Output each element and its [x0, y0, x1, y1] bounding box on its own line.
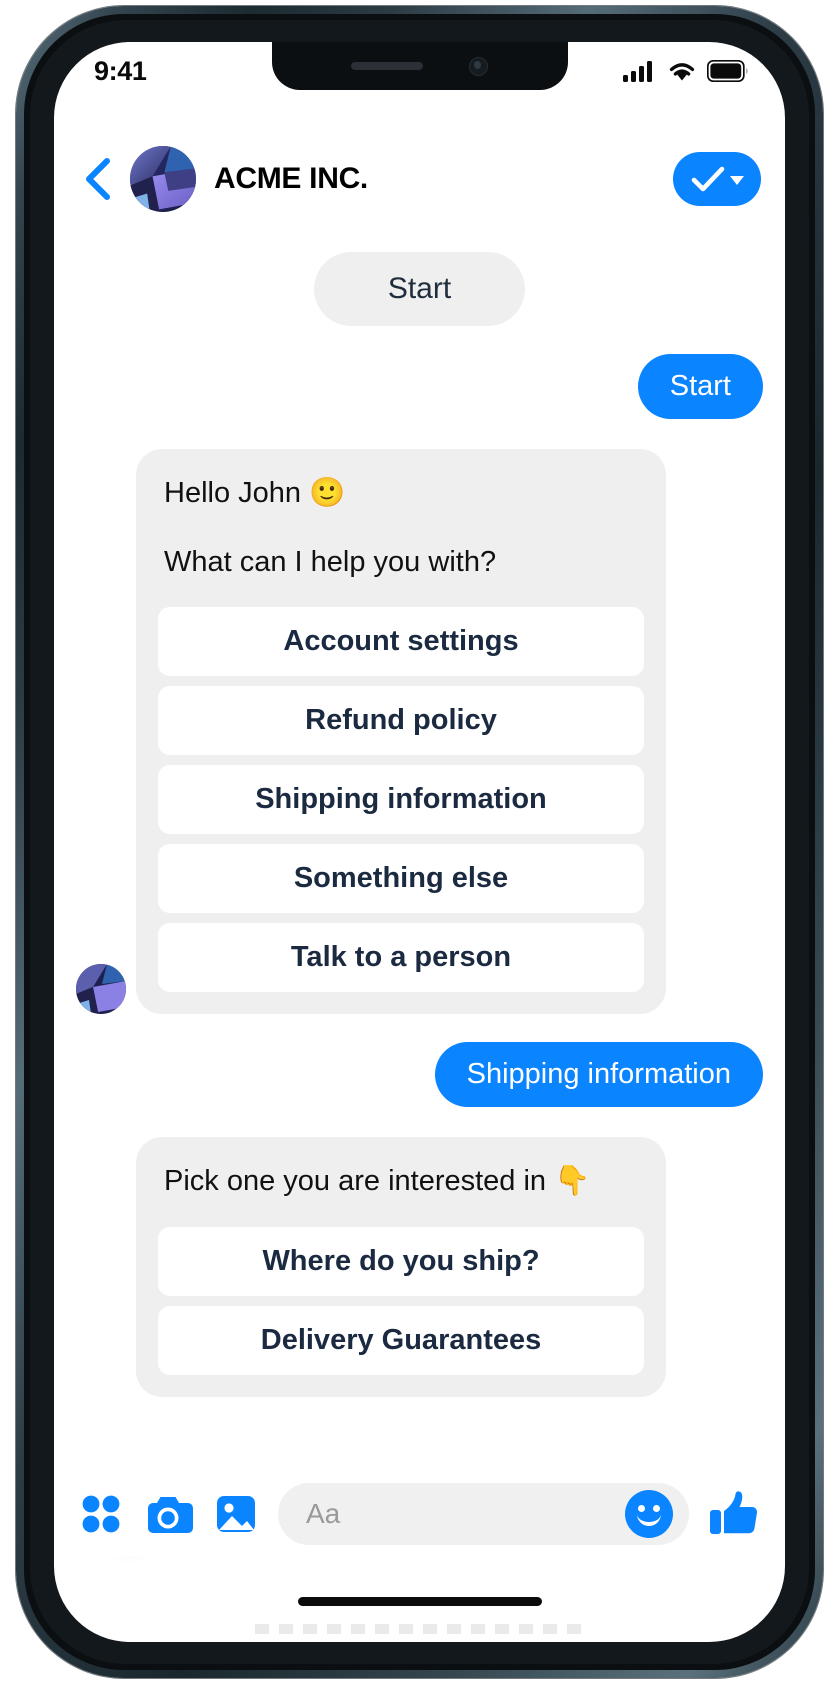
bot-message-line: What can I help you with?: [158, 542, 644, 589]
avatar: [76, 964, 126, 1014]
quick-reply-account-settings[interactable]: Account settings: [158, 607, 644, 676]
quick-reply-delivery-guarantees[interactable]: Delivery Guarantees: [158, 1306, 644, 1375]
quick-reply-where-do-you-ship[interactable]: Where do you ship?: [158, 1227, 644, 1296]
chat-header: ACME INC.: [54, 134, 785, 224]
thumbs-up-icon: [707, 1488, 761, 1540]
quick-reply-shipping-information[interactable]: Shipping information: [158, 765, 644, 834]
thread-row-bot-greeting: Hello John 🙂 What can I help you with? A…: [76, 449, 763, 1014]
decorative-text-blur: [255, 1624, 585, 1634]
message-thread: Start Start Hello John 🙂: [54, 224, 785, 1514]
quick-reply-talk-to-a-person[interactable]: Talk to a person: [158, 923, 644, 992]
bot-message-line: Hello John 🙂: [158, 473, 644, 520]
chevron-left-icon: [82, 155, 114, 203]
chevron-down-icon: [730, 176, 744, 185]
thread-row-user-reply: Shipping information: [76, 1014, 763, 1107]
cellular-signal-icon: [623, 59, 657, 83]
thread-row-user-start: Start: [76, 326, 763, 419]
screenshot-stage: 9:41: [0, 0, 839, 1685]
page-title: ACME INC.: [214, 162, 673, 196]
avatar[interactable]: [130, 146, 196, 212]
earpiece-speaker: [351, 62, 423, 70]
back-button[interactable]: [76, 154, 120, 204]
thread-row-bot-followup: Pick one you are interested in 👇 Where d…: [76, 1137, 763, 1396]
bot-message-bubble: Pick one you are interested in 👇 Where d…: [136, 1137, 666, 1396]
brand-avatar-icon: [130, 146, 196, 212]
smiley-face-icon: [637, 1512, 661, 1526]
composer-toolbar: Aa: [54, 1472, 785, 1556]
battery-full-icon: [707, 60, 749, 82]
status-indicators: [623, 53, 749, 83]
like-button[interactable]: [707, 1488, 761, 1540]
home-indicator[interactable]: [298, 1597, 542, 1606]
status-time: 9:41: [94, 50, 146, 87]
front-camera-icon: [469, 57, 488, 76]
camera-icon: [142, 1490, 194, 1538]
message-input[interactable]: Aa: [278, 1483, 689, 1545]
four-dot-grid-icon: [78, 1491, 124, 1537]
bot-message-bubble: Hello John 🙂 What can I help you with? A…: [136, 449, 666, 1014]
bot-message-line: Pick one you are interested in 👇: [158, 1161, 644, 1208]
camera-button[interactable]: [142, 1490, 194, 1538]
quick-reply-list: Where do you ship? Delivery Guarantees: [158, 1227, 644, 1375]
confirm-dropdown-button[interactable]: [673, 152, 761, 206]
brand-avatar-icon: [76, 964, 126, 1014]
quick-reply-something-else[interactable]: Something else: [158, 844, 644, 913]
emoji-button[interactable]: [625, 1490, 673, 1538]
phone-screen: 9:41: [54, 42, 785, 1642]
apps-button[interactable]: [78, 1491, 124, 1537]
user-message-bubble: Shipping information: [435, 1042, 763, 1107]
checkmark-icon: [690, 164, 726, 194]
quick-reply-list: Account settings Refund policy Shipping …: [158, 607, 644, 992]
notch: [272, 42, 568, 90]
quick-reply-refund-policy[interactable]: Refund policy: [158, 686, 644, 755]
wifi-icon: [666, 59, 698, 83]
photo-image-icon: [212, 1490, 260, 1538]
message-input-placeholder: Aa: [306, 1498, 625, 1530]
thread-row-start-pill: Start: [76, 236, 763, 326]
gallery-button[interactable]: [212, 1490, 260, 1538]
start-pill[interactable]: Start: [314, 252, 525, 326]
user-message-bubble: Start: [638, 354, 763, 419]
